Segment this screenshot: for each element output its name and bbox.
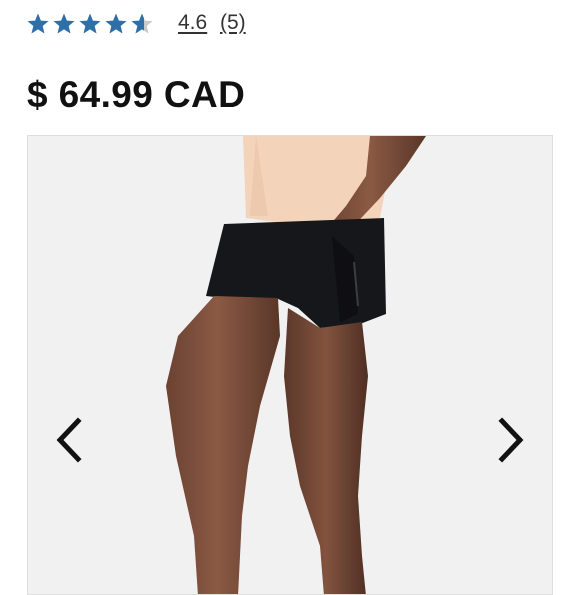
review-count-link[interactable]: (5) — [220, 11, 246, 35]
star-rating[interactable] — [26, 9, 156, 39]
chevron-left-icon — [56, 417, 82, 463]
star-icon — [105, 13, 127, 34]
stars-group — [26, 12, 156, 36]
star-icon — [79, 13, 101, 34]
chevron-right-icon — [498, 417, 524, 463]
product-price: $ 64.99 CAD — [27, 74, 246, 115]
product-image-gallery[interactable] — [27, 135, 553, 595]
star-icon — [27, 13, 49, 34]
product-image — [28, 136, 552, 594]
rating-value-link[interactable]: 4.6 — [178, 11, 207, 35]
star-icon — [53, 13, 75, 34]
previous-image-button[interactable] — [49, 412, 89, 468]
next-image-button[interactable] — [491, 412, 531, 468]
star-icon — [131, 13, 153, 34]
